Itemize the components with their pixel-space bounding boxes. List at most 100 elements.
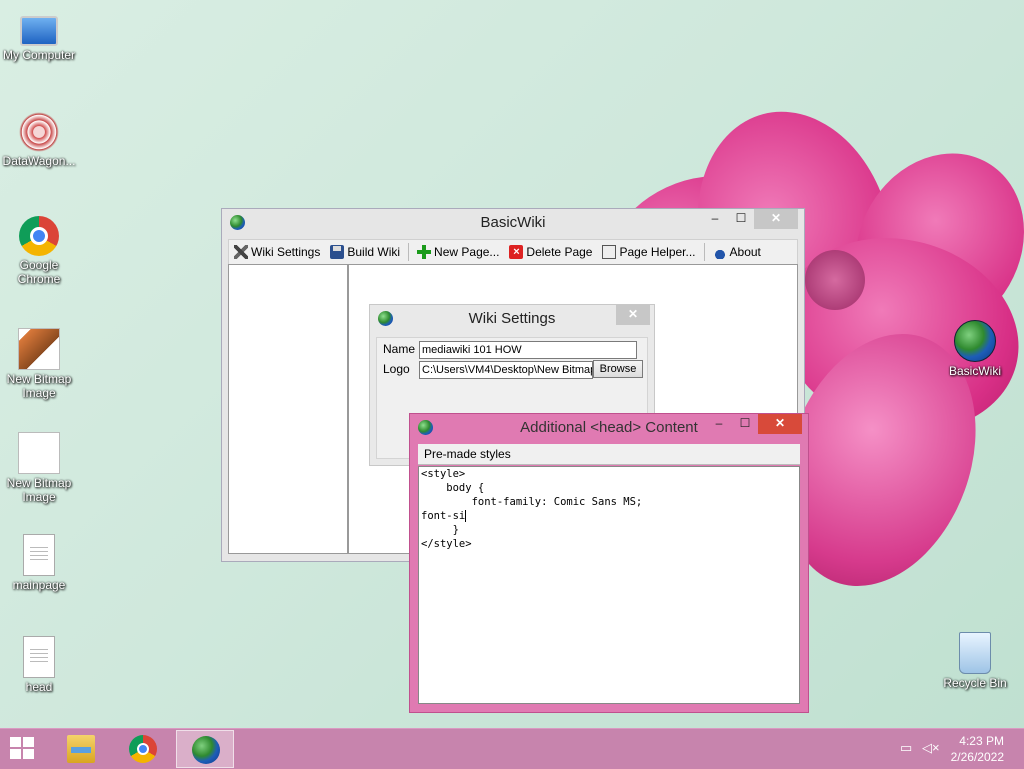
about-button[interactable]: About [708, 241, 766, 263]
desktop-icon-new-bitmap-image[interactable]: New Bitmap Image [0, 328, 78, 400]
desktop-icon-mainpage[interactable]: mainpage [0, 534, 78, 592]
delete-icon: × [509, 245, 524, 259]
chrome-icon [129, 735, 157, 763]
new-page-button[interactable]: New Page... [412, 241, 504, 263]
globe-icon [954, 320, 996, 362]
desktop-icon-label: BasicWiki [948, 364, 1001, 378]
page-helper-icon [602, 245, 617, 259]
globe-icon [230, 215, 245, 230]
globe-icon [418, 420, 433, 435]
editor-line: font-family: Comic Sans MS; [421, 496, 643, 508]
premade-styles-menu[interactable]: Pre-made styles [424, 447, 511, 461]
text-document-icon [23, 534, 55, 576]
desktop-icon-label: DataWagon... [2, 154, 76, 168]
toolbar-separator [408, 243, 410, 261]
desktop-icon-my-computer[interactable]: My Computer [0, 10, 78, 62]
head-content-titlebar[interactable]: Additional <head> Content – ☐ ✕ [410, 414, 808, 442]
close-button[interactable]: ✕ [758, 414, 802, 434]
name-label: Name [383, 342, 416, 356]
folder-icon [67, 735, 95, 763]
window-title: BasicWiki [480, 214, 546, 231]
computer-icon [20, 16, 58, 46]
toolbar: Wiki Settings Build Wiki New Page... × D… [228, 239, 798, 265]
taskbar-file-explorer[interactable] [52, 730, 110, 768]
toolbar-label: New Page... [434, 245, 500, 259]
about-icon [712, 245, 727, 259]
toolbar-label: Delete Page [526, 245, 593, 259]
system-tray: ▭ ◁× 4:23 PM 2/26/2022 [884, 729, 1024, 769]
clock-date: 2/26/2022 [950, 750, 1004, 764]
page-list-pane[interactable] [228, 264, 348, 554]
globe-icon [192, 736, 220, 764]
desktop-icon-head[interactable]: head [0, 636, 78, 694]
editor-line: font-si [421, 510, 466, 522]
toolbar-label: Page Helper... [619, 245, 696, 259]
page-helper-button[interactable]: Page Helper... [597, 241, 700, 263]
windows-logo-pane [23, 749, 34, 759]
text-caret [465, 510, 467, 522]
head-content-editor[interactable]: <style> body { font-family: Comic Sans M… [418, 466, 800, 704]
taskbar: ▭ ◁× 4:23 PM 2/26/2022 [0, 728, 1024, 769]
toolbar-label: Wiki Settings [251, 245, 321, 259]
desktop-icon-label: mainpage [12, 578, 66, 592]
desktop-icon-label: New Bitmap Image [6, 476, 72, 504]
start-button[interactable] [10, 737, 36, 761]
window-title: Additional <head> Content [520, 419, 698, 436]
windows-logo-pane [10, 737, 21, 747]
desktop-icon-google-chrome[interactable]: Google Chrome [0, 216, 78, 286]
minimize-button[interactable]: – [706, 414, 732, 434]
datawagon-icon [19, 112, 59, 152]
browse-button[interactable]: Browse [593, 360, 643, 378]
close-button[interactable]: ✕ [754, 209, 798, 229]
maximize-button[interactable]: ☐ [728, 209, 754, 229]
minimize-button[interactable]: – [702, 209, 728, 229]
network-icon[interactable]: ▭ [900, 741, 914, 755]
wrench-icon [234, 245, 248, 259]
recycle-bin-icon [959, 632, 991, 674]
additional-head-content-window: Additional <head> Content – ☐ ✕ Pre-made… [409, 413, 809, 713]
editor-line: </style> [421, 538, 472, 550]
desktop-icon-label: Recycle Bin [943, 676, 1007, 690]
toolbar-label: About [729, 245, 761, 259]
dialog-title: Wiki Settings [468, 310, 556, 327]
logo-label: Logo [383, 362, 410, 376]
desktop-icon-recycle-bin[interactable]: Recycle Bin [936, 632, 1014, 690]
bitmap-image-icon [18, 328, 60, 370]
logo-input[interactable]: C:\Users\VM4\Desktop\New Bitmap [419, 361, 593, 379]
editor-line-with-caret: font-si [421, 509, 797, 523]
taskbar-basicwiki[interactable] [176, 730, 234, 768]
windows-logo-pane [23, 737, 34, 747]
taskbar-chrome[interactable] [114, 730, 172, 768]
name-input[interactable]: mediawiki 101 HOW [419, 341, 637, 359]
menu-bar: Pre-made styles [418, 444, 800, 465]
clock[interactable]: 4:23 PM 2/26/2022 [934, 733, 1004, 765]
desktop-icon-new-bitmap-image-2[interactable]: New Bitmap Image [0, 432, 78, 504]
chrome-icon [19, 216, 59, 256]
text-document-icon [23, 636, 55, 678]
editor-line: body { [421, 482, 485, 494]
plus-icon [417, 245, 432, 259]
editor-line: <style> [421, 468, 466, 480]
editor-line: } [421, 524, 459, 536]
desktop-icon-basicwiki[interactable]: BasicWiki [936, 320, 1014, 378]
windows-logo-pane [10, 749, 21, 759]
delete-page-button[interactable]: × Delete Page [504, 241, 597, 263]
wallpaper-flower-center [805, 250, 865, 310]
toolbar-label: Build Wiki [347, 245, 401, 259]
build-wiki-button[interactable]: Build Wiki [325, 241, 405, 263]
basicwiki-titlebar[interactable]: BasicWiki – ☐ ✕ [222, 209, 804, 237]
wiki-settings-button[interactable]: Wiki Settings [229, 241, 325, 263]
desktop-icon-label: Google Chrome [17, 258, 61, 286]
bitmap-image-icon [18, 432, 60, 474]
desktop-icon-datawagon[interactable]: DataWagon... [0, 112, 78, 168]
close-button[interactable]: ✕ [616, 305, 650, 325]
clock-time: 4:23 PM [959, 734, 1004, 748]
wiki-settings-titlebar[interactable]: Wiki Settings ✕ [370, 305, 654, 333]
floppy-disk-icon [330, 245, 345, 259]
maximize-button[interactable]: ☐ [732, 414, 758, 434]
desktop-icon-label: New Bitmap Image [6, 372, 72, 400]
globe-icon [378, 311, 393, 326]
desktop-icon-label: My Computer [2, 48, 76, 62]
desktop-icon-label: head [25, 680, 53, 694]
toolbar-separator [703, 243, 705, 261]
